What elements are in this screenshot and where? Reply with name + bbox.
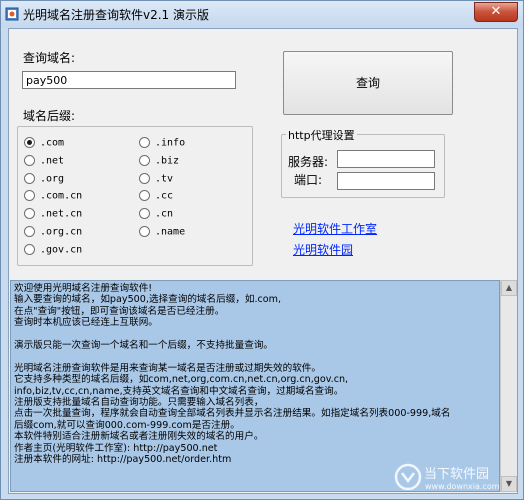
radio-circle-icon[interactable] <box>139 137 150 148</box>
query-button[interactable]: 查询 <box>283 51 453 115</box>
suffix-radio-left[interactable]: .com.cn <box>24 190 82 202</box>
suffix-label: .org.cn <box>40 226 83 238</box>
radio-circle-icon[interactable] <box>139 172 150 184</box>
info-line: 点击一次批量查询，程序就会自动查询全部域名列表并显示名注册结果。如指定域名列表0… <box>14 408 451 420</box>
info-line: info,biz,tv,cc,cn,name,支持英文域名查询和中文域名查询，过… <box>14 385 344 397</box>
info-line: 它支持多种类型的域名后缀，如com,net,org,com.cn,net.cn,… <box>14 374 349 386</box>
info-line: 本软件特别适合注册新域名或者注册刚失效的域名的用户。 <box>14 431 264 443</box>
title-bar[interactable]: 光明域名注册查询软件v2.1 演示版 ✕ <box>1 1 523 27</box>
garden-link[interactable]: 光明软件园 <box>293 241 353 258</box>
suffix-label: .net <box>40 155 65 167</box>
suffix-radio-left[interactable]: .gov.cn <box>24 243 83 256</box>
studio-link[interactable]: 光明软件工作室 <box>293 220 377 237</box>
main-panel: 查询域名: 查询 域名后缀: .com .net .org .com.cn .net.c… <box>8 28 518 494</box>
suffix-label: .tv <box>155 173 174 185</box>
app-window: 光明域名注册查询软件v2.1 演示版 ✕ 查询域名: 查询 域名后缀: .com… <box>0 0 524 500</box>
suffix-label: .cc <box>155 190 174 202</box>
suffix-label: .name <box>155 226 186 238</box>
suffix-radio-right[interactable]: .cc <box>139 190 173 202</box>
info-line: 演示版只能一次查询一个域名和一个后缀，不支持批量查询。 <box>14 340 274 352</box>
proxy-server-input[interactable] <box>337 150 435 168</box>
radio-circle-icon[interactable] <box>139 226 150 237</box>
proxy-server-label: 服务器: <box>288 155 329 169</box>
suffix-radio-left[interactable]: .org.cn <box>24 226 82 238</box>
info-line: 作者主页(光明软件工作室): http://pay500.net <box>14 442 218 454</box>
info-line <box>11 351 499 362</box>
suffix-radio-right[interactable]: .cn <box>139 208 173 220</box>
suffix-radio-right[interactable]: .name <box>139 226 185 238</box>
suffix-group: .com .net .org .com.cn .net.cn .org.cn .gov.cn… <box>17 126 253 266</box>
close-icon: ✕ <box>490 4 502 19</box>
info-line <box>11 329 499 340</box>
info-line: 查询时本机应该已经连上互联网。 <box>14 317 158 329</box>
info-line: 欢迎使用光明域名注册查询软件! <box>14 283 153 294</box>
info-line: 在点"查询"按钮，即可查询该域名是否已经注册。 <box>14 305 225 317</box>
app-icon <box>5 7 19 21</box>
proxy-port-label: 端口: <box>294 173 323 187</box>
info-line: 光明域名注册查询软件是用来查询某一域名是否注册或过期失效的软件。 <box>14 362 321 374</box>
close-button[interactable]: ✕ <box>474 2 518 22</box>
info-line: 输入要查询的域名，如pay500,选择查询的域名后缀，如.com, <box>14 294 282 306</box>
scroll-up-icon[interactable]: ▲ <box>501 280 517 296</box>
suffix-label: .gov.cn <box>40 244 83 256</box>
watermark-text: 当下软件园 <box>424 467 489 482</box>
radio-circle-icon[interactable] <box>24 137 35 148</box>
suffix-radio-right[interactable]: .info <box>139 137 185 149</box>
radio-circle-icon[interactable] <box>24 208 35 220</box>
suffix-label: 域名后缀: <box>23 109 76 123</box>
watermark-sub: www.downxia.com <box>425 482 500 491</box>
suffix-label: .biz <box>155 155 180 167</box>
suffix-label: .com <box>40 137 65 149</box>
window-title: 光明域名注册查询软件v2.1 演示版 <box>23 8 210 22</box>
suffix-radio-right[interactable]: .tv <box>139 172 174 185</box>
suffix-label: .com.cn <box>40 190 83 202</box>
suffix-label: .info <box>155 137 186 149</box>
suffix-radio-left[interactable]: .org <box>24 172 65 185</box>
downxia-watermark-logo: 当下软件园 www.downxia.com <box>394 463 500 491</box>
domain-label: 查询域名: <box>23 51 76 65</box>
radio-circle-icon[interactable] <box>139 154 150 166</box>
suffix-radio-left[interactable]: .net <box>24 154 65 167</box>
radio-circle-icon[interactable] <box>24 154 35 166</box>
proxy-group-title: http代理设置 <box>286 127 357 143</box>
proxy-port-input[interactable] <box>337 172 435 190</box>
suffix-label: .net.cn <box>40 208 83 220</box>
radio-circle-icon[interactable] <box>24 226 35 237</box>
info-line: 注册版支持批量域名自动查询功能。只需要输入域名列表， <box>14 397 264 409</box>
radio-circle-icon[interactable] <box>139 208 150 220</box>
suffix-label: .cn <box>155 208 174 220</box>
radio-circle-icon[interactable] <box>24 190 35 202</box>
suffix-radio-left[interactable]: .net.cn <box>24 208 82 220</box>
suffix-radio-left[interactable]: .com <box>24 137 64 149</box>
radio-circle-icon[interactable] <box>24 243 35 255</box>
suffix-label: .org <box>40 173 65 185</box>
radio-circle-icon[interactable] <box>24 172 35 184</box>
radio-circle-icon[interactable] <box>139 190 150 202</box>
domain-input[interactable] <box>22 71 236 89</box>
suffix-radio-right[interactable]: .biz <box>139 154 180 167</box>
info-line: 后缀com,就可以查询000.com-999.com是否注册。 <box>14 419 240 431</box>
proxy-group: http代理设置 服务器: 端口: <box>281 127 445 198</box>
